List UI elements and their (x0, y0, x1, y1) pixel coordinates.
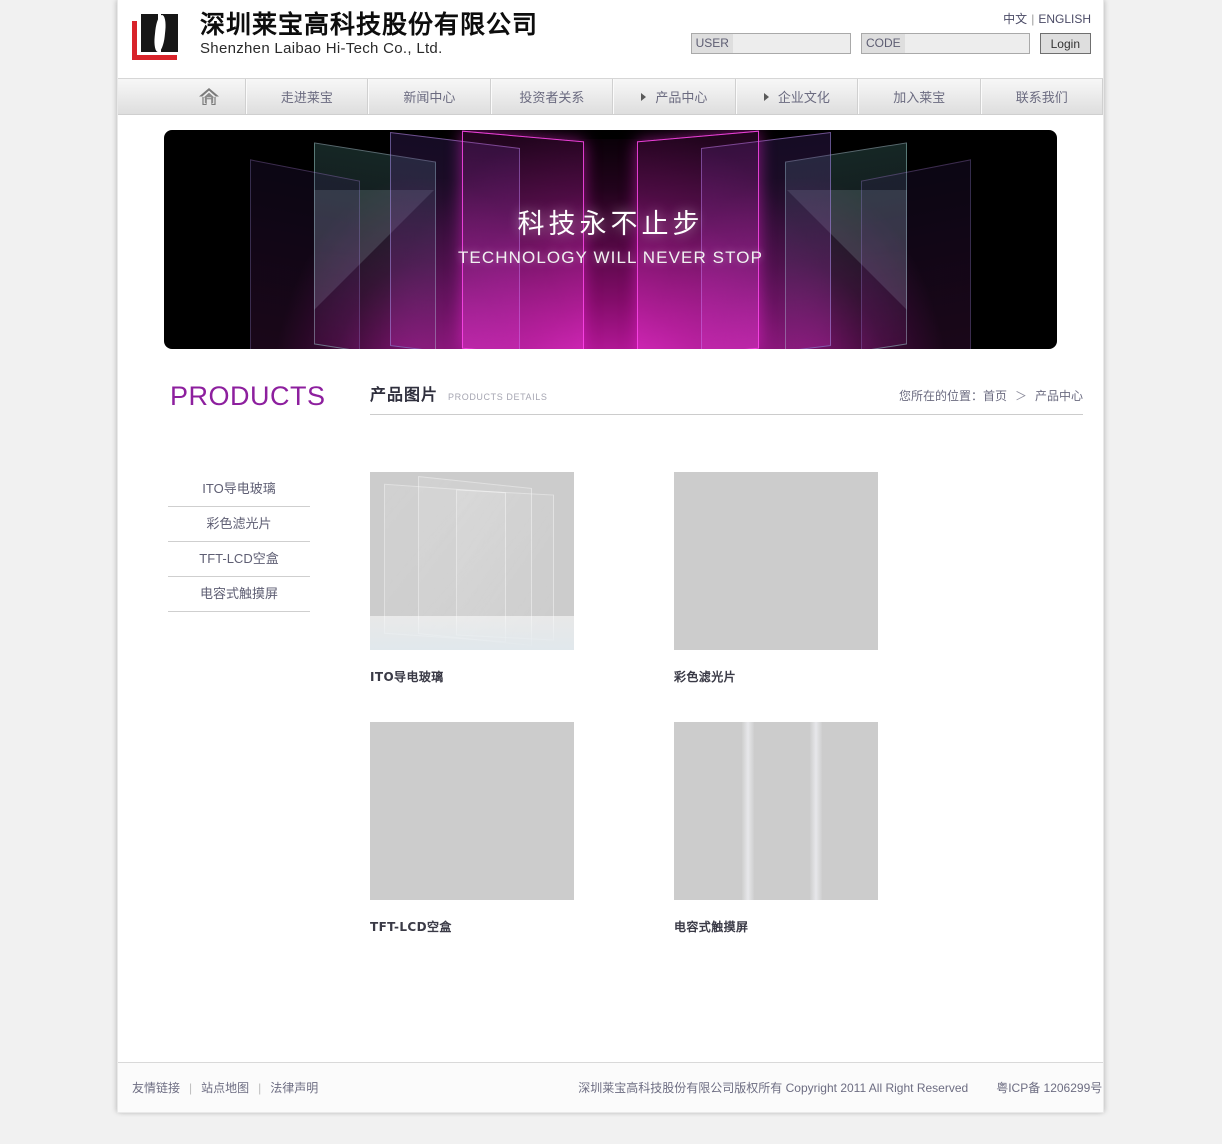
sidebar-label-0: ITO导电玻璃 (202, 481, 276, 496)
page-title: 产品图片 (370, 385, 439, 404)
nav-label-6: 联系我们 (1015, 90, 1068, 105)
nav-item-4[interactable]: 企业文化 (735, 79, 859, 114)
hero-banner: 科技永不止步 TECHNOLOGY WILL NEVER STOP (164, 130, 1057, 349)
page-title-english: PRODUCTS DETAILS (448, 392, 548, 402)
lang-english-link[interactable]: ENGLISH (1038, 12, 1091, 26)
lang-separator: | (1031, 12, 1035, 26)
product-caption-3: 电容式触摸屏 (674, 920, 749, 934)
site-footer: 友情链接 | 站点地图 | 法律声明 深圳莱宝高科技股份有限公司版权所有 Copyrig… (118, 1062, 1103, 1112)
chevron-right-icon-culture (763, 92, 769, 101)
logo-text-chinese: 深圳莱宝高科技股份有限公司 (200, 10, 539, 39)
nav-item-0[interactable]: 走进莱宝 (245, 79, 369, 114)
color-filter-thumbnail[interactable] (674, 472, 878, 650)
sidebar-label-3: 电容式触摸屏 (199, 586, 278, 601)
nav-item-6[interactable]: 联系我们 (980, 79, 1104, 114)
sidebar-label-1: 彩色滤光片 (206, 516, 272, 531)
banner-headline-english: TECHNOLOGY WILL NEVER STOP (457, 248, 764, 267)
breadcrumb-home-link[interactable]: 首页 (983, 389, 1007, 403)
footer-link-sitemap[interactable]: 站点地图 (201, 1081, 249, 1095)
nav-label-5: 加入莱宝 (893, 90, 946, 105)
nav-label-3: 产品中心 (655, 90, 708, 105)
product-card-1: 彩色滤光片 (674, 472, 978, 685)
main-column: 产品图片 PRODUCTS DETAILS 您所在的位置：首页 ＞ 产品中心 ITO… (370, 381, 1083, 972)
breadcrumb-separator: ＞ (1014, 389, 1027, 403)
footer-link-friend-links[interactable]: 友情链接 (132, 1081, 180, 1095)
banner-headline-chinese: 科技永不止步 (517, 209, 704, 240)
product-card-3: 电容式触摸屏 (674, 722, 978, 935)
home-icon (198, 87, 220, 106)
footer-icp-number: 粤ICP备 1206299号 (996, 1081, 1103, 1095)
nav-label-1: 新闻中心 (403, 90, 456, 105)
code-field-group: CODE (860, 33, 1030, 54)
sidebar-title: PRODUCTS (170, 381, 326, 411)
footer-links: 友情链接 | 站点地图 | 法律声明 (132, 1079, 318, 1096)
code-input[interactable] (904, 34, 1029, 53)
chevron-right-icon-products (641, 92, 647, 101)
logo-mark-icon (132, 14, 190, 60)
nav-label-0: 走进莱宝 (280, 90, 333, 105)
login-button[interactable]: Login (1039, 33, 1091, 54)
product-caption-0: ITO导电玻璃 (370, 670, 444, 684)
site-header: 深圳莱宝高科技股份有限公司 Shenzhen Laibao Hi-Tech Co… (118, 0, 1103, 78)
nav-item-1[interactable]: 新闻中心 (368, 79, 491, 114)
sidebar-item-color-filter[interactable]: 彩色滤光片 (168, 507, 310, 542)
sidebar-label-2: TFT-LCD空盒 (199, 551, 279, 566)
code-field-label: CODE (861, 34, 905, 53)
footer-link-legal[interactable]: 法律声明 (270, 1081, 318, 1095)
main-navigation: 走进莱宝 新闻中心 投资者关系 产品中心 企业文化 加入莱宝 联系我们 (118, 78, 1104, 115)
user-field-label: USER (691, 34, 733, 53)
sidebar-item-touch-panel[interactable]: 电容式触摸屏 (168, 577, 310, 612)
product-caption-2: TFT-LCD空盒 (370, 920, 452, 934)
footer-link-separator-1: | (189, 1081, 193, 1095)
language-switcher: 中文 | ENGLISH (1003, 10, 1091, 27)
nav-item-5[interactable]: 加入莱宝 (858, 79, 981, 114)
nav-label-4: 企业文化 (777, 90, 830, 105)
user-field-group: USER (690, 33, 851, 54)
lang-chinese-link[interactable]: 中文 (1003, 12, 1027, 26)
footer-link-separator-2: | (258, 1081, 262, 1095)
nav-label-2: 投资者关系 (519, 90, 585, 105)
nav-item-3[interactable]: 产品中心 (613, 79, 736, 114)
product-grid: ITO导电玻璃 彩色滤光片 TFT-LCD空盒 电容式触摸屏 (370, 415, 1083, 972)
breadcrumb-prefix: 您所在的位置： (898, 389, 983, 403)
sidebar-menu: ITO导电玻璃 彩色滤光片 TFT-LCD空盒 电容式触摸屏 (168, 472, 310, 612)
content-area: PRODUCTS ITO导电玻璃 彩色滤光片 TFT-LCD空盒 电容式触摸屏 … (118, 349, 1103, 972)
site-logo[interactable]: 深圳莱宝高科技股份有限公司 Shenzhen Laibao Hi-Tech Co… (132, 10, 538, 60)
product-caption-1: 彩色滤光片 (674, 670, 737, 684)
sidebar: PRODUCTS ITO导电玻璃 彩色滤光片 TFT-LCD空盒 电容式触摸屏 (168, 381, 370, 972)
footer-copyright: 深圳莱宝高科技股份有限公司版权所有 Copyright 2011 All Rig… (578, 1081, 969, 1095)
user-input[interactable] (732, 34, 850, 53)
logo-text-english: Shenzhen Laibao Hi-Tech Co., Ltd. (200, 40, 443, 57)
capacitive-touch-panel-thumbnail[interactable] (674, 722, 878, 900)
breadcrumb: 您所在的位置：首页 ＞ 产品中心 (899, 387, 1083, 404)
sidebar-item-ito-glass[interactable]: ITO导电玻璃 (168, 472, 310, 507)
ito-glass-thumbnail[interactable] (370, 472, 574, 650)
login-bar: USER CODE Login (690, 33, 1091, 54)
site-container: 深圳莱宝高科技股份有限公司 Shenzhen Laibao Hi-Tech Co… (118, 0, 1104, 1112)
banner-text-block: 科技永不止步 TECHNOLOGY WILL NEVER STOP (164, 208, 1057, 268)
sidebar-item-tft-lcd-cell[interactable]: TFT-LCD空盒 (168, 542, 310, 577)
product-card-2: TFT-LCD空盒 (370, 722, 674, 935)
breadcrumb-current-link[interactable]: 产品中心 (1035, 389, 1083, 403)
nav-item-2[interactable]: 投资者关系 (490, 79, 614, 114)
product-card-0: ITO导电玻璃 (370, 472, 674, 685)
page-title-bar: 产品图片 PRODUCTS DETAILS 您所在的位置：首页 ＞ 产品中心 (370, 381, 1083, 415)
nav-item-home[interactable] (174, 79, 246, 114)
tft-lcd-cell-thumbnail[interactable] (370, 722, 574, 900)
banner-region: 科技永不止步 TECHNOLOGY WILL NEVER STOP (118, 115, 1103, 349)
